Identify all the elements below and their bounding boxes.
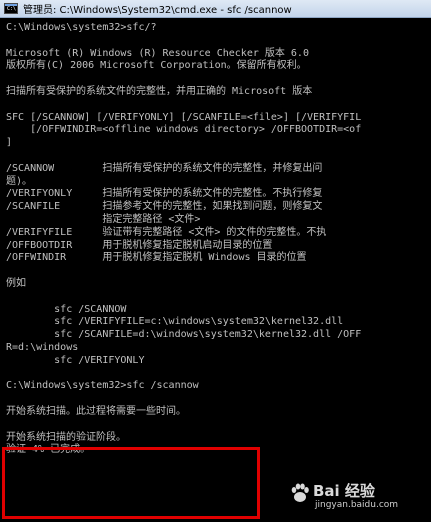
console-line: R=d:\windows — [6, 342, 79, 353]
console-line: 指定完整路径 <文件> — [6, 214, 201, 225]
cmd-app-icon[interactable]: C:\ — [4, 3, 18, 14]
console-line: /OFFWINDIR 用于脱机修复指定脱机 Windows 目录的位置 — [6, 252, 307, 264]
console-line: C:\Windows\system32>sfc/? — [6, 22, 157, 33]
console-line: 开始系统扫描的验证阶段。 — [6, 431, 126, 443]
title-bar[interactable]: C:\ 管理员: C:\Windows\System32\cmd.exe - s… — [0, 0, 431, 18]
progress-highlight-box — [2, 447, 260, 519]
console-line: /SCANNOW 扫描所有受保护的系统文件的完整性，并修复出问 — [6, 162, 323, 174]
console-line: /OFFBOOTDIR 用于脱机修复指定脱机启动目录的位置 — [6, 239, 273, 251]
console-line: 题)。 — [6, 175, 33, 187]
cmd-window: C:\ 管理员: C:\Windows\System32\cmd.exe - s… — [0, 0, 431, 522]
console-line: C:\Windows\system32>sfc /scannow — [6, 380, 199, 392]
console-line: sfc /VERIFYFILE=c:\windows\system32\kern… — [6, 316, 344, 328]
console-line: SFC [/SCANNOW] [/VERIFYONLY] [/SCANFILE=… — [6, 111, 362, 123]
console-line: 版权所有(C) 2006 Microsoft Corporation。保留所有权… — [6, 60, 307, 72]
console-line: sfc /SCANNOW — [6, 303, 127, 315]
console-line: 开始系统扫描。此过程将需要一些时间。 — [6, 406, 186, 417]
console-line: sfc /VERIFYONLY — [6, 354, 145, 366]
console-line: /SCANFILE 扫描参考文件的完整性，如果找到问题，则修复文 — [6, 201, 323, 213]
baidu-paw-icon — [291, 483, 309, 502]
cmd-icon-label: C:\ — [7, 6, 17, 12]
console-line: /VERIFYFILE 验证带有完整路径 <文件> 的文件的完整性。不执 — [6, 226, 327, 238]
console-line: 例如 — [6, 278, 26, 289]
console-line: 扫描所有受保护的系统文件的完整性，并用正确的 Microsoft 版本 — [6, 86, 313, 97]
console-line: sfc /SCANFILE=d:\windows\system32\kernel… — [6, 329, 362, 341]
watermark-url: jingyan.baidu.com — [315, 500, 399, 510]
console-line: Microsoft (R) Windows (R) Resource Check… — [6, 47, 309, 59]
console-line: /VERIFYONLY 扫描所有受保护的系统文件的完整性。不执行修复 — [6, 188, 323, 200]
console-line: [/OFFWINDIR=<offline windows directory> … — [6, 124, 362, 136]
console-line: ] — [6, 137, 13, 149]
watermark-brand: Bai 经验 — [313, 482, 375, 500]
window-title: 管理员: C:\Windows\System32\cmd.exe - sfc /… — [23, 5, 292, 16]
baidu-watermark: Bai 经验 jingyan.baidu.com — [289, 478, 417, 514]
